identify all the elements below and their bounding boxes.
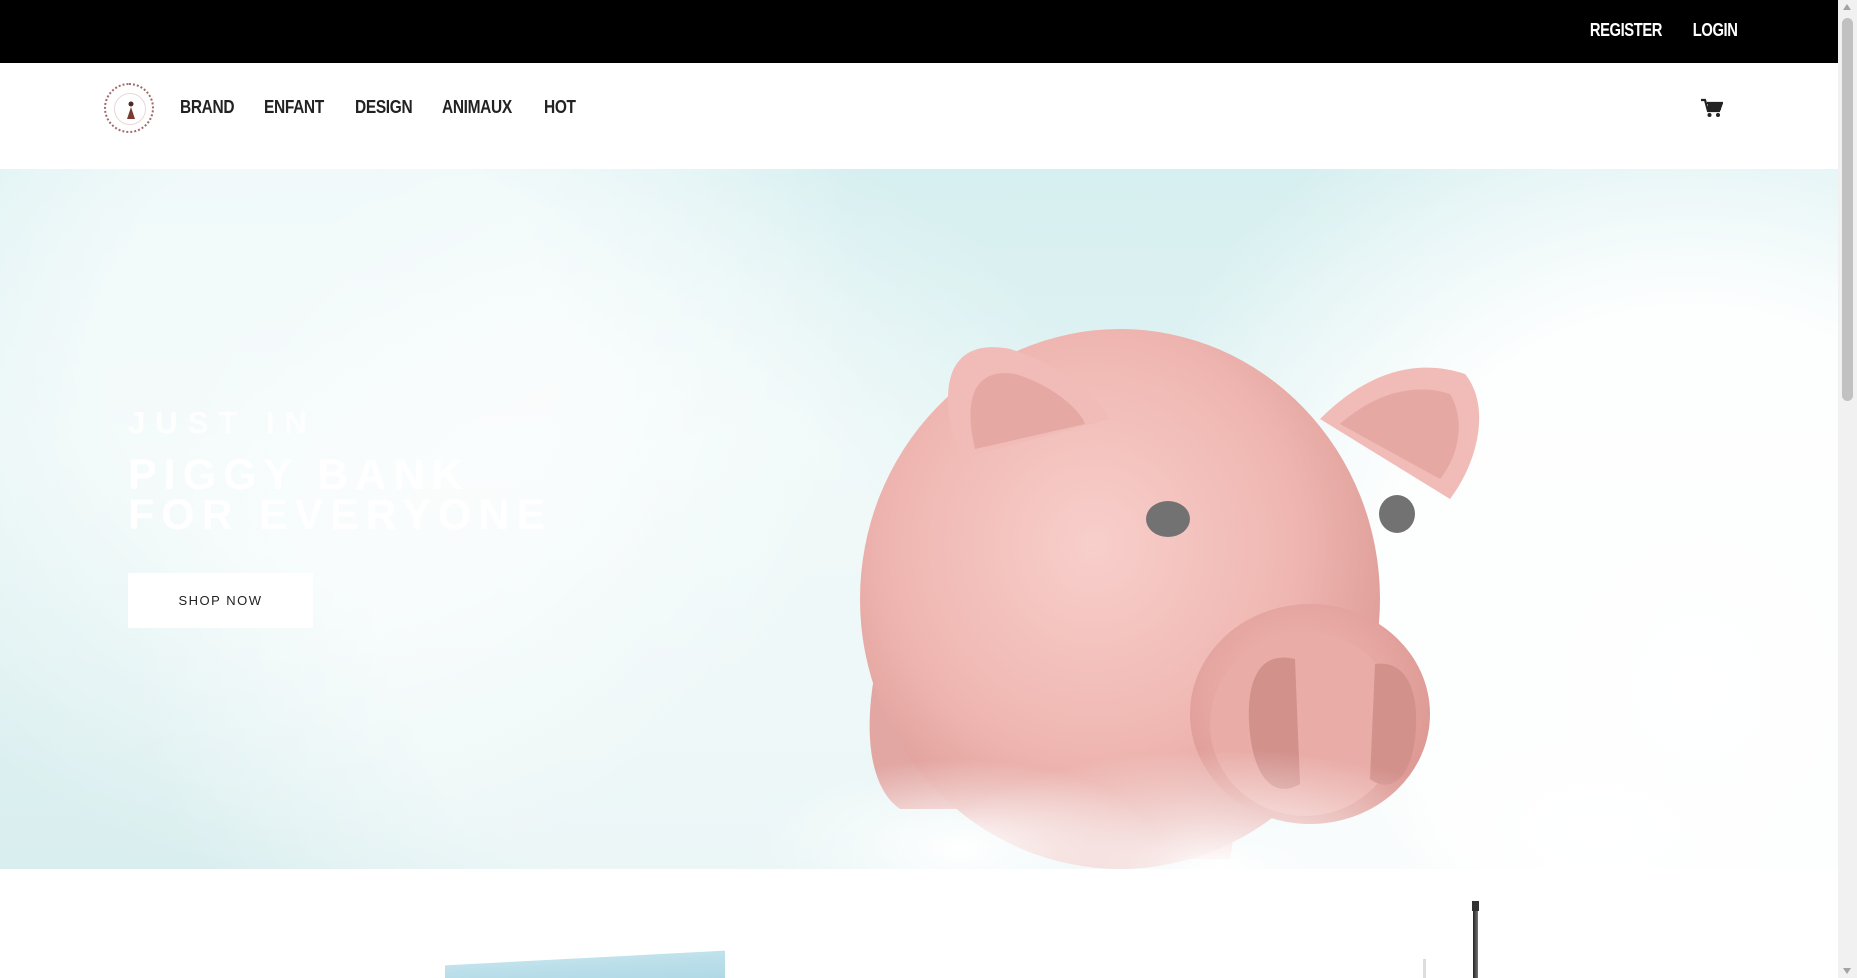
nav-item-design[interactable]: DESIGN [355,97,413,118]
nav-item-animaux[interactable]: ANIMAUX [442,97,512,118]
top-bar: REGISTER LOGIN [0,0,1838,63]
nav-item-enfant[interactable]: ENFANT [264,97,324,118]
product-shadow [1423,959,1426,978]
register-link[interactable]: REGISTER [1590,20,1663,41]
pen-product-image [1473,901,1478,978]
hero-headline-line2: FOR EVERYONE [128,491,553,539]
scroll-up-arrow-icon[interactable] [1843,4,1851,10]
page-scrollbar[interactable] [1838,0,1857,978]
hero-copy: JUST IN PIGGY BANK FOR EVERYONE [128,405,553,539]
account-links: REGISTER LOGIN [1574,20,1737,41]
shop-now-button[interactable]: SHOP NOW [128,573,313,628]
login-link[interactable]: LOGIN [1692,20,1737,41]
nav-item-hot[interactable]: HOT [544,97,576,118]
pen-cap [1472,901,1479,911]
hero-headline-line1: PIGGY BANK [128,451,470,499]
scroll-thumb[interactable] [1842,18,1853,401]
next-section-preview [0,869,1838,978]
logo-figure-icon [127,101,135,119]
shopping-cart-icon[interactable] [1701,98,1723,118]
hero-headline: PIGGY BANK FOR EVERYONE [128,451,553,539]
primary-nav: BRAND ENFANT DESIGN ANIMAUX HOT [180,97,581,118]
nav-item-brand[interactable]: BRAND [180,97,235,118]
scroll-down-arrow-icon[interactable] [1843,968,1851,974]
product-image-partial [445,950,725,978]
hero-eyebrow: JUST IN [128,405,317,440]
brand-logo[interactable] [104,83,154,133]
